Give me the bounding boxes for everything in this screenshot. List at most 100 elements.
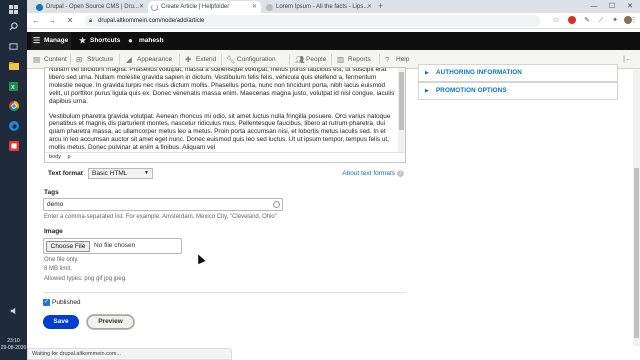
body-paragraph: Vestibulum pharetra gravida volutpat. Ae… [49, 112, 391, 152]
clock-time[interactable]: 23:10 [0, 338, 27, 344]
drupal-icon [36, 4, 43, 11]
tags-input[interactable]: demo [43, 198, 283, 211]
menu-label: Help [396, 56, 410, 63]
triangle-right-icon: ▶ [425, 70, 429, 76]
choose-file-button[interactable]: Choose File [46, 241, 90, 252]
shortcuts-button[interactable]: ★ Shortcuts [77, 32, 120, 50]
forward-icon[interactable]: → [47, 16, 57, 25]
published-checkbox[interactable]: ✓ [43, 299, 50, 306]
about-text-formats-link[interactable]: About text formats? [342, 170, 404, 177]
body-paragraph: Nullam vel tincidunt magna. Phasellus vo… [49, 67, 395, 105]
star-icon: ★ [79, 36, 87, 45]
promotion-options-section[interactable]: ▶ PROMOTION OPTIONS [418, 82, 618, 100]
tags-description: Enter a comma-separated list. For exampl… [44, 214, 277, 220]
loading-spinner-icon [151, 4, 158, 11]
minimize-icon[interactable]: — [587, 0, 601, 13]
tab-title: Create Article | Helpfolder [161, 4, 230, 10]
image-label: Image [44, 228, 63, 235]
extension-icon[interactable] [567, 16, 577, 26]
path-item-body[interactable]: body [49, 154, 61, 160]
window-close-icon[interactable]: ✕ [623, 0, 637, 13]
task-view-icon[interactable] [6, 40, 21, 52]
page-icon [266, 4, 273, 11]
svg-text:x: x [11, 82, 15, 91]
close-icon[interactable]: ✕ [252, 3, 257, 10]
page-scrollbar[interactable] [633, 70, 640, 346]
save-button[interactable]: Save [43, 315, 79, 329]
tab-lorem-ipsum[interactable]: Lorem Ipsum - All the facts - Lips... ✕ [263, 1, 376, 13]
edge-icon[interactable] [6, 120, 21, 132]
editor-scrollbar[interactable] [398, 68, 405, 154]
editor-scroll-thumb[interactable] [399, 72, 404, 130]
puzzle-icon[interactable]: ✦ [610, 16, 620, 26]
menu-dots-icon[interactable]: ⋮ [630, 16, 638, 26]
menu-separator [70, 54, 71, 65]
authoring-information-title: AUTHORING INFORMATION [436, 69, 522, 76]
tab-title: Drupal - Open Source CMS | Dru... [46, 4, 139, 10]
path-item-p[interactable]: p [67, 154, 70, 160]
authoring-information-section[interactable]: ▶ AUTHORING INFORMATION [418, 64, 618, 82]
user-button[interactable]: ● mahesh [126, 32, 164, 50]
no-file-text: No file chosen [94, 242, 136, 249]
page-scroll-thumb[interactable] [634, 168, 639, 338]
windows-icon[interactable] [6, 3, 21, 15]
help-icon: ? [397, 170, 404, 177]
menu-separator [379, 54, 380, 65]
text-format-row: Text format Basic HTML ▼ About text form… [48, 168, 404, 180]
stop-icon[interactable]: ✕ [65, 16, 75, 25]
speaker-icon[interactable] [6, 305, 21, 317]
caret-down-icon: ▼ [144, 170, 149, 176]
collapse-tray-icon[interactable]: |← [623, 50, 632, 69]
browser-status-bar: Waiting for drupal.altkommein.com... [27, 348, 232, 360]
chrome-icon[interactable] [6, 100, 21, 112]
image-file-input[interactable]: Choose File No file chosen [43, 238, 182, 254]
tab-create-article[interactable]: Create Article | Helpfolder ✕ [148, 1, 261, 13]
promotion-options-title: PROMOTION OPTIONS [436, 87, 507, 94]
close-icon[interactable]: ✕ [139, 3, 144, 10]
lock-icon[interactable]: 🔒︎ [89, 15, 92, 27]
manage-button[interactable]: ☰ Manage [31, 32, 71, 50]
hamburger-icon: ☰ [33, 36, 41, 45]
menu-label: Reports [348, 56, 371, 63]
bookmark-star-icon[interactable]: ☆ [551, 16, 561, 26]
app-icon[interactable] [6, 140, 21, 152]
file-explorer-icon[interactable] [6, 60, 21, 72]
autocomplete-icon [273, 201, 280, 208]
new-tab-icon[interactable]: + [378, 1, 383, 11]
editor-content[interactable]: Nullam vel tincidunt magna. Phasellus vo… [49, 68, 395, 159]
preview-button[interactable]: Preview [87, 315, 134, 329]
form-divider [43, 292, 406, 293]
tab-drupal[interactable]: Drupal - Open Source CMS | Dru... ✕ [33, 1, 148, 13]
back-icon[interactable]: ← [31, 16, 41, 25]
tags-label: Tags [44, 189, 59, 196]
manage-label: Manage [44, 37, 69, 44]
search-icon[interactable] [6, 20, 21, 32]
menu-label: Configuration [237, 56, 276, 63]
pen-icon[interactable]: ✎ [582, 16, 592, 26]
eyedropper-icon[interactable]: ⟋ [596, 16, 606, 26]
menu-label: People [306, 56, 327, 63]
menu-label: Extend [196, 56, 217, 63]
windows-taskbar: x 23:10 29-08-2020 [0, 0, 27, 360]
url-field[interactable]: 🔒︎ drupal.altkommein.com/node/add/articl… [85, 15, 540, 27]
spreadsheet-icon[interactable]: x [6, 80, 21, 92]
tab-title: Lorem Ipsum - All the facts - Lips... [276, 4, 369, 10]
close-icon[interactable]: ✕ [367, 3, 372, 10]
drupal-toolbar: ☰ Manage ★ Shortcuts ● mahesh [27, 32, 640, 50]
menu-separator [179, 54, 180, 65]
menu-separator [221, 54, 222, 65]
text-format-select[interactable]: Basic HTML ▼ [88, 168, 153, 179]
maximize-icon[interactable]: ☐ [605, 0, 619, 13]
mouse-cursor [194, 252, 206, 265]
image-help-count: One file only. [44, 257, 79, 263]
menu-label: Content [44, 56, 67, 63]
tags-value: demo [47, 201, 64, 208]
published-label[interactable]: Published [52, 299, 81, 306]
menu-label: Structure [87, 56, 114, 63]
about-text-formats-label: About text formats [342, 170, 395, 178]
clock-date[interactable]: 29-08-2020 [0, 345, 27, 351]
browser-tab-bar: Drupal - Open Source CMS | Dru... ✕ Crea… [27, 0, 640, 13]
body-editor[interactable]: Nullam vel tincidunt magna. Phasellus vo… [44, 67, 406, 163]
user-icon: ● [128, 36, 133, 45]
text-format-value: Basic HTML [92, 170, 128, 177]
